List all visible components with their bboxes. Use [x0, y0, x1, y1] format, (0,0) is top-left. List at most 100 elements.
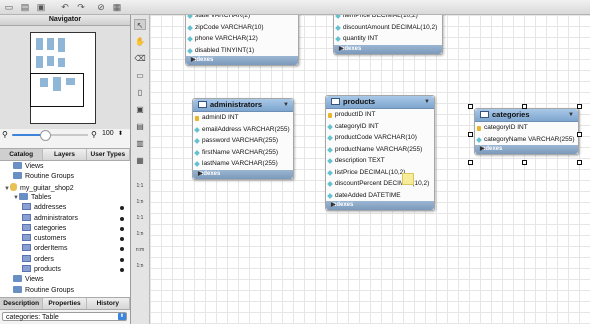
tree-item-table[interactable]: products: [22, 265, 61, 275]
tree-item-table[interactable]: addresses: [22, 203, 66, 213]
collapse-icon[interactable]: ▼: [568, 109, 574, 121]
entity-indexes-footer[interactable]: Indexes ▶: [193, 169, 293, 179]
routine-group-tool-icon[interactable]: ▦: [134, 155, 146, 166]
entity-column[interactable]: dateAdded DATETIME: [326, 190, 434, 202]
entity-column[interactable]: productCode VARCHAR(10): [326, 132, 434, 144]
hand-tool-icon[interactable]: ✋: [134, 36, 146, 47]
entity-column[interactable]: discountPercent DECIMAL(10,2): [326, 178, 434, 190]
entity-indexes-footer[interactable]: Indexes ▶: [475, 145, 578, 154]
eraser-tool-icon[interactable]: ⌫: [134, 53, 146, 64]
resize-handle[interactable]: [577, 160, 582, 165]
resize-handle[interactable]: [468, 132, 473, 137]
relationship-n-m-tool[interactable]: n:m: [134, 247, 146, 253]
relationship-1-n-tool[interactable]: 1:n: [134, 199, 146, 205]
view-tool-icon[interactable]: ▥: [134, 138, 146, 149]
resize-handle[interactable]: [577, 132, 582, 137]
description-tabbar: Description Properties History: [0, 297, 130, 310]
resize-handle[interactable]: [468, 104, 473, 109]
save-icon[interactable]: ▣: [36, 2, 46, 12]
entity-customers[interactable]: state VARCHAR(2) zipCode VARCHAR(10) phone…: [185, 15, 299, 66]
select-tool-icon[interactable]: ↖: [134, 19, 146, 30]
tab-user-types[interactable]: User Types: [87, 149, 130, 160]
note-tool-icon[interactable]: ▯: [134, 87, 146, 98]
resize-handle[interactable]: [522, 104, 527, 109]
entity-column[interactable]: categoryID INT: [326, 121, 434, 133]
open-folder-icon[interactable]: ▤: [20, 2, 30, 12]
zoom-slider-knob[interactable]: [40, 130, 51, 141]
tab-history[interactable]: History: [87, 298, 130, 309]
entity-column[interactable]: productName VARCHAR(255): [326, 144, 434, 156]
entity-column[interactable]: zipCode VARCHAR(10): [186, 22, 298, 34]
align-grid-icon[interactable]: ▦: [112, 2, 122, 12]
entity-column[interactable]: categoryID INT: [475, 122, 578, 134]
navigator-minimap[interactable]: [0, 26, 130, 129]
entity-indexes-footer[interactable]: Indexes ▶: [186, 56, 298, 65]
entity-column[interactable]: emailAddress VARCHAR(255): [193, 124, 293, 136]
entity-header[interactable]: administrators ▼: [193, 99, 293, 112]
table-icon: [22, 254, 31, 262]
tree-item-table[interactable]: categories: [22, 223, 66, 234]
entity-column[interactable]: quantity INT: [334, 33, 442, 45]
collapse-icon[interactable]: ▼: [424, 96, 430, 108]
relationship-1-1-id-tool[interactable]: 1:1: [134, 215, 146, 221]
entity-column[interactable]: firstName VARCHAR(255): [193, 147, 293, 159]
new-document-icon[interactable]: ▭: [4, 2, 14, 12]
tree-item-table[interactable]: orderItems: [22, 244, 67, 254]
resize-handle[interactable]: [468, 160, 473, 165]
table-tool-icon[interactable]: ▤: [134, 121, 146, 132]
diagram-canvas[interactable]: state VARCHAR(2) zipCode VARCHAR(10) phone…: [150, 15, 590, 324]
tree-item-table[interactable]: customers: [22, 234, 66, 244]
tab-catalog[interactable]: Catalog: [0, 149, 44, 160]
collapse-icon[interactable]: ▼: [283, 99, 289, 111]
resize-handle[interactable]: [522, 160, 527, 165]
minimap-viewport[interactable]: [30, 73, 84, 107]
entity-column[interactable]: disabled TINYINT(1): [186, 45, 298, 57]
undo-icon[interactable]: ↶: [60, 2, 70, 12]
table-icon: [22, 234, 31, 242]
entity-column[interactable]: adminID INT: [193, 112, 293, 124]
zoom-out-icon[interactable]: ⚲: [2, 130, 8, 139]
entity-column[interactable]: phone VARCHAR(12): [186, 33, 298, 45]
entity-column[interactable]: categoryName VARCHAR(255): [475, 134, 578, 146]
tree-item-folder[interactable]: ▼ Tables: [13, 192, 51, 203]
tree-item-db[interactable]: ▼ my_guitar_shop2: [4, 182, 74, 193]
tree-item-table[interactable]: orders: [22, 254, 54, 265]
entity-column[interactable]: password VARCHAR(255): [193, 135, 293, 147]
tab-layers[interactable]: Layers: [43, 149, 87, 160]
redo-icon[interactable]: ↷: [76, 2, 86, 12]
layer-tool-icon[interactable]: ▭: [134, 70, 146, 81]
relationship-1-n-id-tool[interactable]: 1:n: [134, 231, 146, 237]
zoom-in-icon[interactable]: ⚲: [91, 130, 97, 139]
tab-description[interactable]: Description: [0, 298, 44, 309]
tab-properties[interactable]: Properties: [43, 298, 87, 309]
tree-item-table[interactable]: administrators: [22, 213, 78, 224]
expand-arrow-icon: ▶: [191, 57, 196, 63]
relationship-1-1-tool[interactable]: 1:1: [134, 183, 146, 189]
entity-column[interactable]: discountAmount DECIMAL(10,2): [334, 22, 442, 34]
entity-header[interactable]: categories ▼: [475, 109, 578, 122]
entity-column[interactable]: description TEXT: [326, 155, 434, 167]
entity-orderitems[interactable]: itemPrice DECIMAL(10,2) discountAmount DE…: [333, 15, 443, 55]
tree-item-folder[interactable]: Views: [13, 162, 44, 172]
zoom-stepper-icon[interactable]: ⬍: [118, 130, 123, 137]
entity-administrators[interactable]: administrators ▼ adminID INT emailAddress…: [192, 98, 294, 180]
tree-item-folder[interactable]: Views: [13, 275, 44, 285]
image-tool-icon[interactable]: ▣: [134, 104, 146, 115]
folder-icon: [13, 172, 22, 180]
entity-header[interactable]: products ▼: [326, 96, 434, 109]
zoom-value[interactable]: 100: [102, 130, 114, 137]
tree-item-folder[interactable]: Routine Groups: [13, 285, 74, 296]
entity-column[interactable]: listPrice DECIMAL(10,2): [326, 167, 434, 179]
entity-indexes-footer[interactable]: Indexes ▶: [334, 44, 442, 54]
entity-column[interactable]: productID INT: [326, 109, 434, 121]
select-chevron-icon: ⬍: [118, 313, 126, 320]
description-object-select[interactable]: categories: Table ⬍: [2, 312, 127, 321]
entity-indexes-footer[interactable]: Indexes ▶: [326, 201, 434, 210]
relationship-existing-tool[interactable]: 1:n: [134, 263, 146, 269]
entity-categories[interactable]: categories ▼ categoryID INT categoryName …: [474, 108, 579, 155]
resize-handle[interactable]: [577, 104, 582, 109]
toggle-grid-icon[interactable]: ⊘: [96, 2, 106, 12]
entity-column[interactable]: lastName VARCHAR(255): [193, 158, 293, 170]
tree-item-folder[interactable]: Routine Groups: [13, 172, 74, 182]
entity-products[interactable]: products ▼ productID INT categoryID INT pr…: [325, 95, 435, 211]
